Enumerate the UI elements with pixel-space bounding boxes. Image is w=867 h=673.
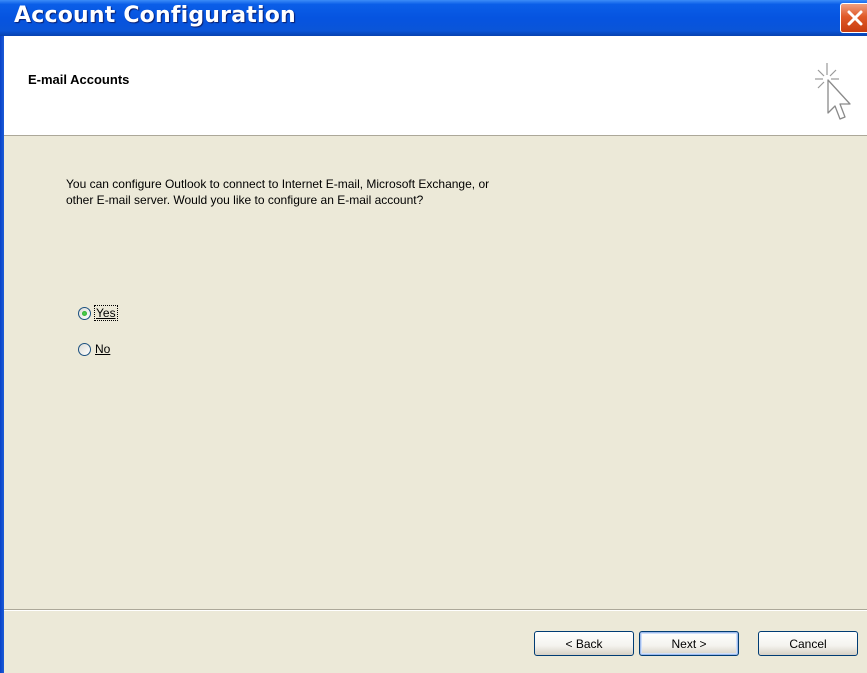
radio-no-label[interactable]: No: [95, 342, 110, 356]
radio-yes-button[interactable]: [78, 306, 91, 320]
radio-no[interactable]: No: [78, 340, 110, 358]
next-button[interactable]: Next >: [639, 631, 739, 656]
dialog-client-area: E-mail Accounts You can configure Outloo…: [4, 36, 867, 673]
cancel-button[interactable]: Cancel: [758, 631, 858, 656]
wizard-cursor-icon: [815, 63, 851, 120]
radio-yes-label[interactable]: Yes: [94, 305, 118, 321]
account-configuration-window: Account Configuration E-mail Accounts Yo…: [0, 0, 867, 673]
description-line-2: other E-mail server. Would you like to c…: [66, 193, 424, 207]
radio-yes[interactable]: Yes: [78, 304, 118, 322]
close-button[interactable]: [840, 3, 867, 33]
radio-no-button[interactable]: [78, 342, 91, 356]
description-line-1: You can configure Outlook to connect to …: [66, 177, 490, 191]
description-text: You can configure Outlook to connect to …: [66, 176, 626, 208]
wizard-header: E-mail Accounts: [4, 36, 867, 136]
title-bar[interactable]: Account Configuration: [0, 0, 867, 36]
radio-selected-dot: [82, 310, 87, 316]
close-icon: [847, 10, 863, 26]
window-title: Account Configuration: [14, 3, 296, 28]
back-button[interactable]: < Back: [534, 631, 634, 656]
page-title: E-mail Accounts: [28, 72, 130, 87]
footer-separator: [4, 609, 867, 611]
